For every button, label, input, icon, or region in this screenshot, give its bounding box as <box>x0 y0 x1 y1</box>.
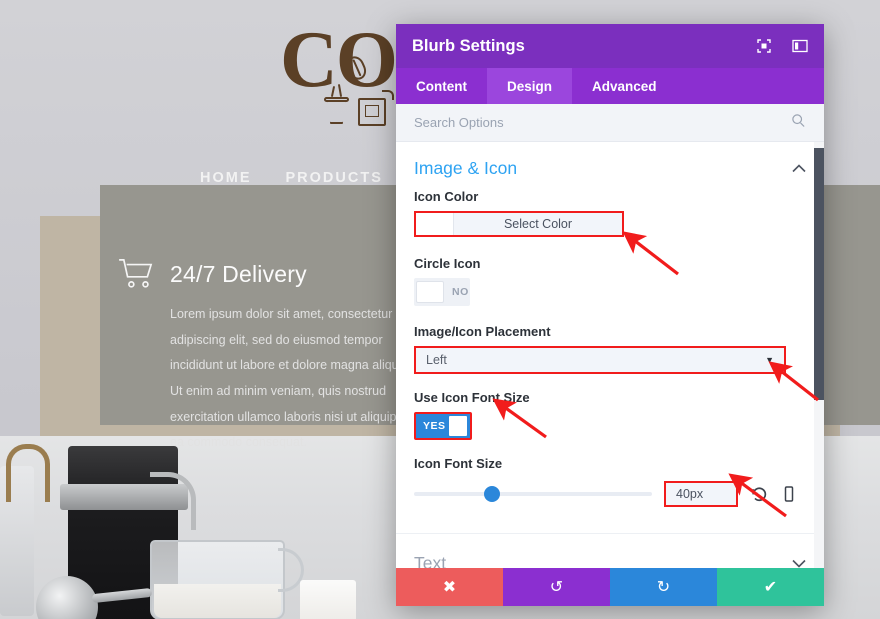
modal-footer: ✖ ↺ ↻ ✔ <box>396 568 824 606</box>
use-icon-font-size-label: Use Icon Font Size <box>414 390 530 405</box>
icon-font-size-input[interactable]: 40px <box>664 481 738 507</box>
scrollbar-thumb[interactable] <box>814 148 824 400</box>
chevron-down-icon[interactable] <box>792 556 806 568</box>
scrollbar-track[interactable] <box>814 142 824 568</box>
search-input[interactable] <box>414 115 791 130</box>
photo-grinder-arm <box>6 444 50 502</box>
icon-color-label: Icon Color <box>414 189 479 204</box>
photo-carafe <box>150 540 285 619</box>
search-icon <box>791 113 806 133</box>
placement-label: Image/Icon Placement <box>414 324 551 339</box>
section-title: Image & Icon <box>414 158 518 178</box>
toggle-value: NO <box>452 286 469 298</box>
screen: CO HOME PRODUCTS MEN 24/7 Delivery Lo <box>0 0 880 619</box>
toggle-value: YES <box>423 420 446 432</box>
field-image-icon-placement: Image/Icon Placement Left ▼ <box>396 324 824 374</box>
toggle-knob <box>447 415 468 437</box>
blurb-body-text: Lorem ipsum dolor sit amet, consectetur … <box>170 307 414 450</box>
search-options-row <box>396 104 824 142</box>
cancel-button[interactable]: ✖ <box>396 568 503 606</box>
tab-content[interactable]: Content <box>396 68 487 104</box>
logo-grinder-icon <box>358 90 394 128</box>
tab-advanced[interactable]: Advanced <box>572 68 677 104</box>
icon-font-size-label: Icon Font Size <box>414 456 503 471</box>
chevron-up-icon[interactable] <box>792 161 806 176</box>
placement-value: Left <box>426 353 447 367</box>
icon-font-size-slider[interactable] <box>414 486 652 502</box>
nav-item-products[interactable]: PRODUCTS <box>286 170 383 186</box>
tab-design[interactable]: Design <box>487 68 573 104</box>
section-title: Text <box>414 553 447 568</box>
modal-tabs: Content Design Advanced <box>396 68 824 104</box>
blurb-settings-modal: Blurb Settings Content Design Advanced S… <box>396 24 824 606</box>
modal-header: Blurb Settings <box>396 24 824 68</box>
redo-button[interactable]: ↻ <box>610 568 717 606</box>
undo-button[interactable]: ↺ <box>503 568 610 606</box>
circle-icon-label: Circle Icon <box>414 256 481 271</box>
use-icon-font-size-toggle[interactable]: YES <box>414 412 472 440</box>
field-icon-color: Icon Color Select Color <box>396 189 824 240</box>
circle-icon-toggle[interactable]: NO <box>414 278 470 306</box>
blurb-module: 24/7 Delivery Lorem ipsum dolor sit amet… <box>118 258 418 456</box>
field-circle-icon: Circle Icon NO <box>396 256 824 308</box>
mobile-device-icon[interactable] <box>780 485 798 503</box>
shopping-cart-icon <box>118 258 156 290</box>
icon-color-control[interactable]: Select Color <box>414 211 624 237</box>
placement-select[interactable]: Left ▼ <box>414 346 786 374</box>
logo-coffee-cup-icon <box>324 83 350 124</box>
caret-down-icon: ▼ <box>765 355 774 365</box>
field-icon-font-size: Icon Font Size <box>396 456 824 471</box>
section-text-header[interactable]: Text <box>396 533 824 568</box>
photo-spout <box>150 472 196 530</box>
reset-icon[interactable] <box>750 485 768 503</box>
nav-item-home[interactable]: HOME <box>200 170 252 186</box>
settings-scroll-body: Image & Icon Icon Color Select Color Cir… <box>396 142 824 568</box>
panel-layout-icon[interactable] <box>792 38 808 54</box>
focus-target-icon[interactable] <box>756 38 772 54</box>
field-use-icon-font-size: Use Icon Font Size YES <box>396 390 824 440</box>
icon-font-size-row: 40px <box>396 481 824 507</box>
select-color-button[interactable]: Select Color <box>454 213 622 235</box>
modal-title: Blurb Settings <box>412 36 525 55</box>
color-swatch[interactable] <box>416 213 454 235</box>
section-image-and-icon-header[interactable]: Image & Icon <box>396 142 824 189</box>
toggle-knob <box>416 281 444 303</box>
photo-carafe-milk <box>154 584 281 618</box>
slider-handle[interactable] <box>484 486 500 502</box>
save-button[interactable]: ✔ <box>717 568 824 606</box>
photo-cup <box>300 580 356 619</box>
blurb-title: 24/7 Delivery <box>170 260 307 287</box>
